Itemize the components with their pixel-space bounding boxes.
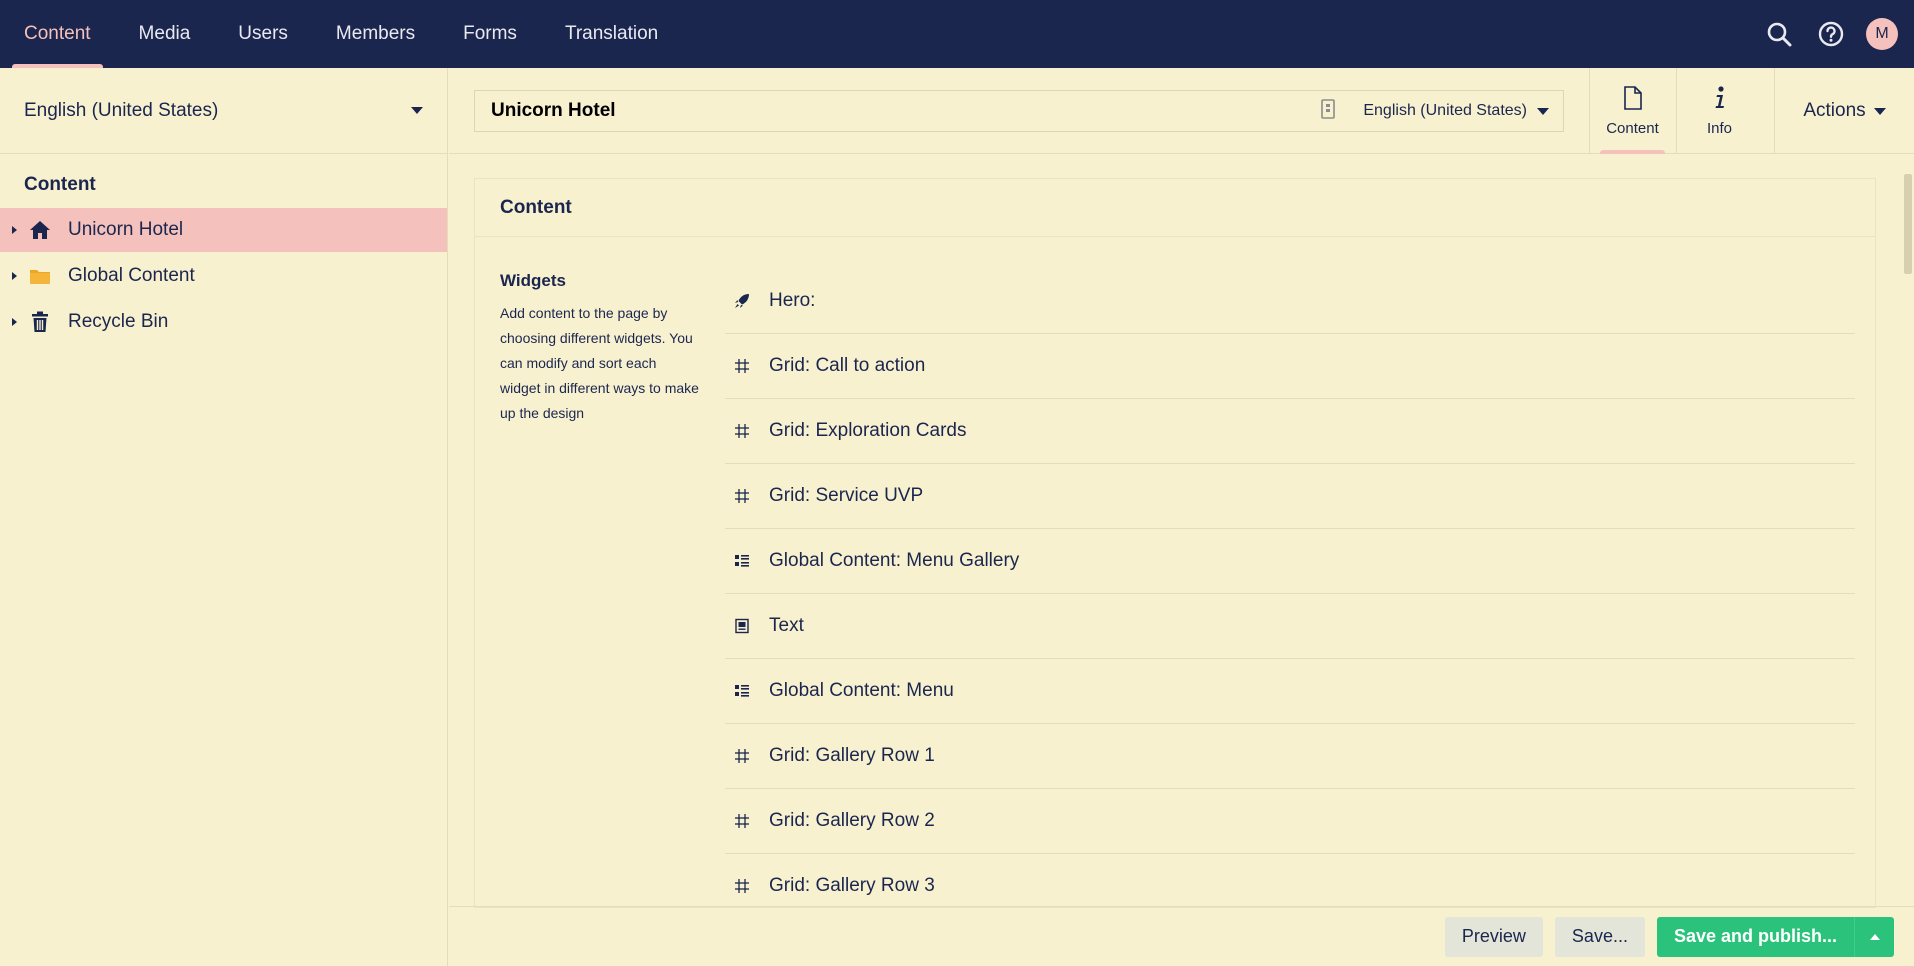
list-icon bbox=[733, 552, 751, 570]
widget-label: Grid: Service UVP bbox=[769, 485, 924, 506]
widget-item-hero[interactable]: Hero: bbox=[725, 269, 1855, 334]
expand-arrow-icon[interactable] bbox=[12, 272, 17, 280]
property-description: Add content to the page by choosing diff… bbox=[500, 305, 699, 421]
nav-users-label: Users bbox=[238, 23, 288, 44]
grid-icon bbox=[733, 422, 751, 440]
preview-button[interactable]: Preview bbox=[1444, 916, 1543, 957]
tree-item-unicorn-hotel[interactable]: Unicorn Hotel bbox=[0, 208, 447, 252]
widget-item-global-content-menu-gallery[interactable]: Global Content: Menu Gallery bbox=[725, 529, 1855, 594]
scrollbar-thumb[interactable] bbox=[1904, 174, 1912, 274]
save-and-publish-button[interactable]: Save and publish... bbox=[1656, 916, 1894, 957]
nav-translation[interactable]: Translation bbox=[541, 0, 682, 68]
property-label-title: Widgets bbox=[500, 271, 566, 290]
nav-users[interactable]: Users bbox=[214, 0, 312, 68]
chevron-up-icon bbox=[1869, 933, 1880, 940]
widget-label: Global Content: Menu bbox=[769, 680, 954, 701]
widget-item-grid-service-uvp[interactable]: Grid: Service UVP bbox=[725, 464, 1855, 529]
folder-icon bbox=[28, 264, 52, 288]
widget-label: Grid: Exploration Cards bbox=[769, 420, 967, 441]
widget-label: Grid: Call to action bbox=[769, 355, 926, 376]
sidebar-language-select[interactable]: English (United States) bbox=[0, 68, 447, 154]
editor-header: English (United States) Content Info Act… bbox=[449, 68, 1914, 154]
trash-icon bbox=[28, 310, 52, 334]
widget-label: Hero: bbox=[769, 290, 816, 311]
tree-item-recycle-bin[interactable]: Recycle Bin bbox=[0, 300, 447, 344]
save-label: Save... bbox=[1571, 926, 1628, 946]
tree-item-label: Unicorn Hotel bbox=[68, 219, 184, 240]
chevron-down-icon bbox=[1537, 107, 1549, 115]
content-panel: Content Widgets Add content to the page … bbox=[474, 178, 1876, 908]
nav-content[interactable]: Content bbox=[0, 0, 115, 68]
actions-menu-button[interactable]: Actions bbox=[1774, 68, 1914, 154]
widget-item-grid-gallery-row-2[interactable]: Grid: Gallery Row 2 bbox=[725, 789, 1855, 854]
tree-title: Content bbox=[24, 174, 96, 195]
editor-footer: Preview Save... Save and publish... bbox=[449, 906, 1914, 966]
nav-members[interactable]: Members bbox=[312, 0, 439, 68]
nav-media-label: Media bbox=[138, 23, 191, 44]
nav-content-label: Content bbox=[24, 23, 91, 44]
preview-label: Preview bbox=[1461, 926, 1526, 946]
widget-label: Global Content: Menu Gallery bbox=[769, 550, 1020, 571]
avatar-initial: M bbox=[1875, 25, 1889, 42]
node-name-box: English (United States) bbox=[474, 90, 1564, 132]
widget-list: Hero: Grid: Call to action Grid: Explora… bbox=[725, 269, 1855, 907]
tab-content[interactable]: Content bbox=[1589, 68, 1675, 154]
list-icon bbox=[733, 682, 751, 700]
nav-members-label: Members bbox=[335, 23, 416, 44]
sidebar: English (United States) Content Unicorn … bbox=[0, 68, 448, 966]
widgets-property-label: Widgets Add content to the page by choos… bbox=[500, 271, 700, 426]
text-block-icon bbox=[733, 617, 751, 635]
home-icon bbox=[28, 218, 52, 242]
tree-item-global-content[interactable]: Global Content bbox=[0, 254, 447, 298]
expand-arrow-icon[interactable] bbox=[12, 318, 17, 326]
grid-icon bbox=[733, 812, 751, 830]
avatar[interactable]: M bbox=[1866, 18, 1898, 50]
top-navigation: Content Media Users Members Forms Transl… bbox=[0, 0, 1914, 68]
grid-icon bbox=[733, 487, 751, 505]
info-icon bbox=[1713, 85, 1727, 114]
widget-item-text[interactable]: Text bbox=[725, 594, 1855, 659]
content-scrollbar[interactable] bbox=[1902, 160, 1914, 906]
lock-icon[interactable] bbox=[1321, 98, 1336, 124]
nav-forms[interactable]: Forms bbox=[439, 0, 541, 68]
nav-media[interactable]: Media bbox=[115, 0, 215, 68]
top-right-tools: M bbox=[1762, 17, 1914, 51]
grid-icon bbox=[733, 877, 751, 895]
editor-language-switcher[interactable]: English (United States) bbox=[1363, 102, 1549, 120]
widget-label: Grid: Gallery Row 2 bbox=[769, 810, 935, 831]
grid-icon bbox=[733, 747, 751, 765]
nav-forms-label: Forms bbox=[463, 23, 517, 44]
panel-title: Content bbox=[475, 179, 1875, 237]
editor-language-label: English (United States) bbox=[1363, 102, 1527, 119]
search-icon[interactable] bbox=[1762, 17, 1796, 51]
publish-label: Save and publish... bbox=[1673, 926, 1837, 946]
chevron-down-icon bbox=[411, 107, 423, 114]
actions-label: Actions bbox=[1803, 100, 1866, 121]
widget-item-grid-gallery-row-1[interactable]: Grid: Gallery Row 1 bbox=[725, 724, 1855, 789]
node-name-input[interactable] bbox=[489, 99, 1322, 123]
expand-arrow-icon[interactable] bbox=[12, 226, 17, 234]
tab-content-label: Content bbox=[1606, 119, 1659, 137]
tab-info-label: Info bbox=[1706, 119, 1733, 137]
widget-label: Grid: Gallery Row 1 bbox=[769, 745, 935, 766]
widget-item-grid-exploration-cards[interactable]: Grid: Exploration Cards bbox=[725, 399, 1855, 464]
rocket-icon bbox=[733, 292, 751, 310]
widget-item-grid-gallery-row-3[interactable]: Grid: Gallery Row 3 bbox=[725, 854, 1855, 907]
widget-item-global-content-menu[interactable]: Global Content: Menu bbox=[725, 659, 1855, 724]
save-button[interactable]: Save... bbox=[1554, 916, 1645, 957]
grid-icon bbox=[733, 357, 751, 375]
help-icon[interactable] bbox=[1814, 17, 1848, 51]
tree-item-label: Recycle Bin bbox=[68, 311, 169, 332]
document-icon bbox=[1623, 85, 1643, 114]
tab-info[interactable]: Info bbox=[1676, 68, 1762, 154]
widget-item-grid-call-to-action[interactable]: Grid: Call to action bbox=[725, 334, 1855, 399]
tree-item-label: Global Content bbox=[68, 265, 195, 286]
publish-options-toggle[interactable] bbox=[1854, 916, 1894, 957]
sidebar-language-label: English (United States) bbox=[24, 99, 219, 121]
nav-translation-label: Translation bbox=[564, 23, 659, 44]
widget-label: Grid: Gallery Row 3 bbox=[769, 875, 935, 896]
chevron-down-icon bbox=[1873, 107, 1886, 115]
widget-label: Text bbox=[769, 615, 804, 636]
